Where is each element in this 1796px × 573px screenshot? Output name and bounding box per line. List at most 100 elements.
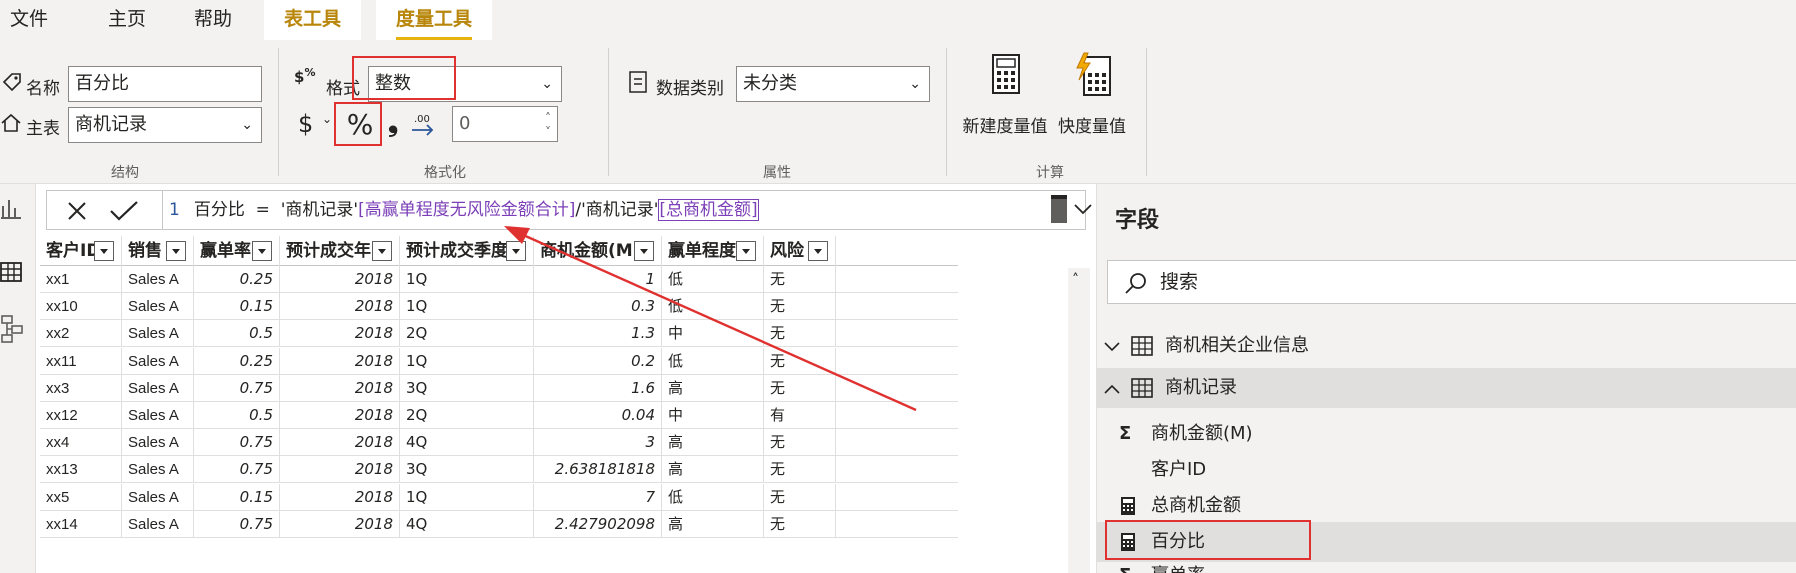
svg-text:.00: .00: [414, 114, 430, 125]
table-cell: 1.3: [534, 320, 662, 348]
table-cell: 0.5: [194, 402, 280, 429]
field-table-row[interactable]: 商机相关企业信息: [1097, 326, 1796, 366]
commit-icon[interactable]: [109, 199, 139, 223]
table-cell: 低: [662, 266, 764, 293]
home-table-select[interactable]: 商机记录 ⌄: [68, 107, 262, 143]
chevron-down-icon: ⌄: [909, 76, 921, 92]
column-filter-icon[interactable]: [372, 241, 392, 261]
field-item-label: 赢单率: [1151, 558, 1205, 573]
table-scrollbar[interactable]: ˄: [1068, 268, 1090, 573]
menu-home[interactable]: 主页: [108, 0, 146, 40]
column-header[interactable]: 预计成交年: [280, 236, 400, 266]
table-cell: 0.04: [534, 402, 662, 429]
name-label: 名称: [26, 79, 60, 99]
new-measure-button[interactable]: 新建度量值: [958, 50, 1052, 150]
chevron-down-icon: ⌄: [541, 76, 553, 92]
ribbon-divider: [278, 48, 279, 176]
column-header-label: 商机金额(M): [540, 241, 641, 261]
table-cell: 3: [534, 429, 662, 457]
data-category-select[interactable]: 未分类 ⌄: [736, 66, 930, 102]
table-cell: xx12: [40, 402, 122, 429]
spinner-down-icon[interactable]: ˅: [545, 115, 551, 149]
decimal-places-icon[interactable]: .00: [410, 110, 438, 138]
column-header-label: 赢单率: [200, 241, 251, 261]
table-cell: Sales A: [122, 483, 194, 511]
table-row[interactable]: xx12 Sales A 0.5 2018 2Q 0.04 中有: [40, 402, 958, 429]
field-item[interactable]: 客户ID: [1097, 450, 1796, 490]
table-row[interactable]: xx2 Sales A 0.5 2018 2Q 1.3 中无: [40, 320, 958, 348]
table-row[interactable]: xx4 Sales A 0.75 2018 4Q 3 高无: [40, 429, 958, 457]
chevron-down-icon[interactable]: [1103, 338, 1121, 356]
table-row[interactable]: xx13 Sales A 0.75 2018 3Q 2.638181818 高无: [40, 456, 958, 484]
column-header[interactable]: 客户ID: [40, 236, 122, 266]
table-cell: 无: [764, 374, 836, 402]
table-cell: 0.15: [194, 293, 280, 321]
column-header[interactable]: 赢单程度: [662, 236, 764, 266]
table-cell: xx13: [40, 456, 122, 484]
chevron-down-icon[interactable]: ⌄: [322, 112, 332, 126]
field-item[interactable]: Σ 商机金额(M): [1097, 414, 1796, 454]
selected-field-highlight: [1105, 520, 1311, 560]
table-cell: 0.2: [534, 347, 662, 375]
table-row[interactable]: xx14 Sales A 0.75 2018 4Q 2.427902098 高无: [40, 510, 958, 538]
calculations-group-label: 计算: [1036, 165, 1064, 181]
view-switcher: [0, 184, 36, 573]
tab-measure-tools[interactable]: 度量工具: [376, 0, 493, 40]
ribbon-divider: [1146, 48, 1147, 176]
column-header[interactable]: 预计成交季度: [400, 236, 534, 266]
table-cell: 1.6: [534, 374, 662, 402]
table-cell: 2018: [280, 402, 400, 429]
table-row[interactable]: xx1 Sales A 0.25 2018 1Q 1 低无: [40, 266, 958, 293]
formula-editor[interactable]: 1 百分比 = '商机记录'[高赢单程度无风险金额合计]/'商机记录'[总商机金额…: [169, 191, 759, 229]
column-filter-icon[interactable]: [506, 241, 526, 261]
field-item-label: 客户ID: [1151, 459, 1207, 480]
comma-button[interactable]: ❟: [388, 104, 398, 142]
table-cell: 7: [534, 483, 662, 511]
column-filter-icon[interactable]: [166, 241, 186, 261]
table-cell: Sales A: [122, 293, 194, 321]
table-row[interactable]: xx11 Sales A 0.25 2018 1Q 0.2 低无: [40, 347, 958, 375]
data-category-value: 未分类: [743, 73, 797, 94]
tab-table-tools[interactable]: 表工具: [264, 0, 362, 40]
table-row[interactable]: xx5 Sales A 0.15 2018 1Q 7 低无: [40, 483, 958, 511]
column-header[interactable]: 赢单率: [194, 236, 280, 266]
search-input[interactable]: 搜索: [1107, 260, 1796, 304]
column-filter-icon[interactable]: [634, 241, 654, 261]
home-table-value: 商机记录: [75, 114, 147, 135]
table-cell: xx10: [40, 293, 122, 321]
field-table-row[interactable]: 商机记录: [1097, 368, 1796, 408]
model-view-icon[interactable]: [0, 314, 24, 344]
new-measure-label: 新建度量值: [962, 117, 1048, 137]
currency-button[interactable]: $: [298, 106, 313, 142]
field-item[interactable]: Σ 赢单率: [1097, 558, 1796, 573]
column-header-label: 预计成交年: [286, 241, 371, 261]
column-header[interactable]: 风险: [764, 236, 836, 266]
column-header-label: 风险: [770, 241, 804, 261]
formula-table-ref: '商机记录': [581, 200, 659, 220]
expand-formula-icon[interactable]: [1071, 197, 1095, 221]
table-cell: 高: [662, 429, 764, 457]
formula-scroll-thumb[interactable]: [1051, 195, 1067, 223]
table-row[interactable]: xx10 Sales A 0.15 2018 1Q 0.3 低无: [40, 293, 958, 321]
column-filter-icon[interactable]: [808, 241, 828, 261]
scroll-up-icon[interactable]: ˄: [1072, 272, 1079, 288]
column-filter-icon[interactable]: [252, 241, 272, 261]
cancel-icon[interactable]: [65, 199, 89, 223]
table-cell: 高: [662, 456, 764, 484]
decimals-input[interactable]: 0 ˄ ˅: [452, 106, 558, 142]
report-view-icon[interactable]: [0, 196, 22, 220]
table-row[interactable]: xx3 Sales A 0.75 2018 3Q 1.6 高无: [40, 374, 958, 402]
chevron-up-icon[interactable]: [1103, 380, 1121, 398]
column-filter-icon[interactable]: [94, 241, 114, 261]
data-view-icon[interactable]: [0, 260, 22, 284]
home-table-label: 主表: [26, 119, 60, 139]
table-cell: 无: [764, 320, 836, 348]
name-input[interactable]: 百分比: [68, 66, 262, 102]
column-header[interactable]: 销售: [122, 236, 194, 266]
menu-file[interactable]: 文件: [10, 0, 48, 40]
column-header[interactable]: 商机金额(M): [534, 236, 662, 266]
quick-measure-button[interactable]: 快度量值: [1052, 50, 1132, 150]
column-filter-icon[interactable]: [736, 241, 756, 261]
table-cell: 无: [764, 347, 836, 375]
menu-help[interactable]: 帮助: [194, 0, 232, 40]
